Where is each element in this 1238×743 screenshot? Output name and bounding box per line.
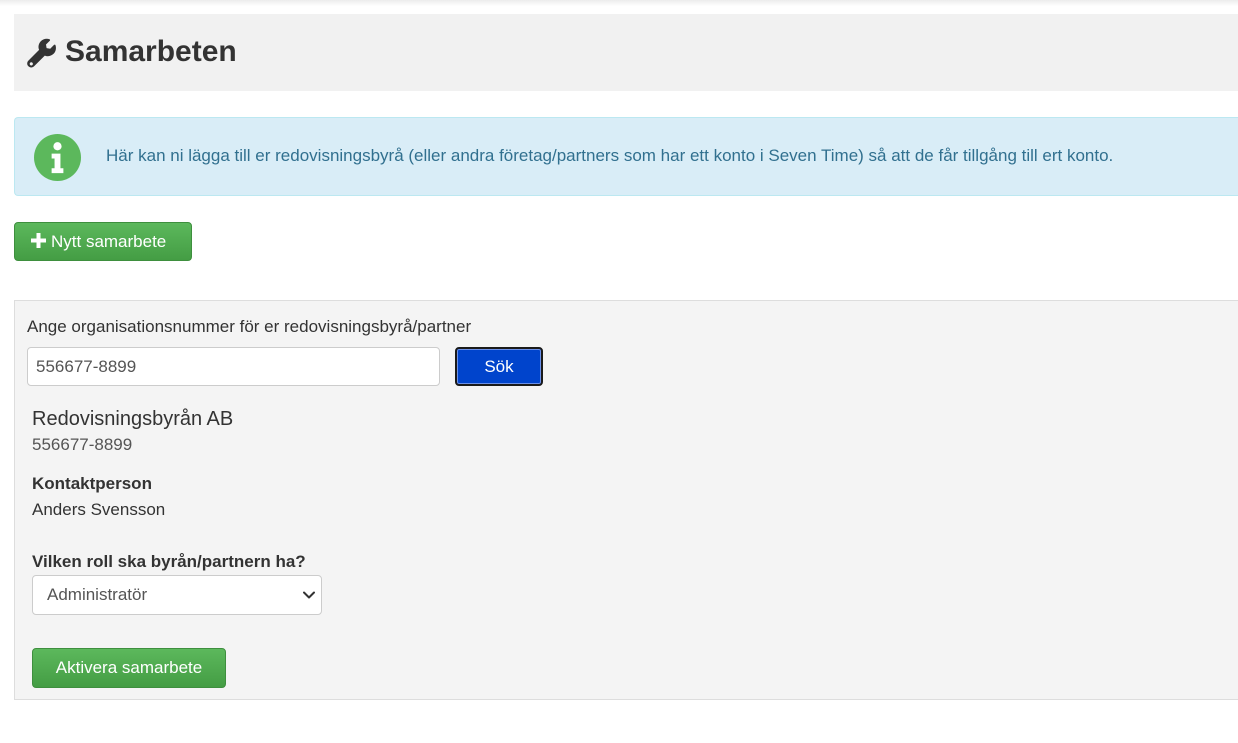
new-collaboration-button[interactable]: Nytt samarbete [14,222,192,261]
info-alert: Här kan ni lägga till er redovisningsbyr… [14,117,1238,196]
plus-icon [31,233,46,248]
page-header: Samarbeten [14,14,1238,91]
info-text: Här kan ni lägga till er redovisningsbyr… [106,146,1114,165]
contact-person-label: Kontaktperson [32,474,152,493]
chevron-down-icon [303,591,315,599]
page-title: Samarbeten [65,35,237,68]
new-collaboration-label: Nytt samarbete [51,232,167,251]
search-button[interactable]: Sök [455,347,543,386]
role-label: Vilken roll ska byrån/partnern ha? [32,552,306,571]
org-number-label: Ange organisationsnummer för er redovisn… [27,317,472,336]
activate-collaboration-button[interactable]: Aktivera samarbete [32,648,226,688]
info-icon [34,134,81,181]
contact-person-name: Anders Svensson [32,500,166,519]
collaboration-form-panel: Ange organisationsnummer för er redovisn… [14,300,1238,700]
role-select-value: Administratör [47,585,148,604]
company-org-number: 556677-8899 [32,435,133,454]
top-shadow [0,0,1238,6]
company-name: Redovisningsbyrån AB [32,408,234,430]
org-number-input[interactable] [27,347,440,386]
role-select[interactable]: Administratör [32,575,322,615]
wrench-icon [27,38,56,68]
